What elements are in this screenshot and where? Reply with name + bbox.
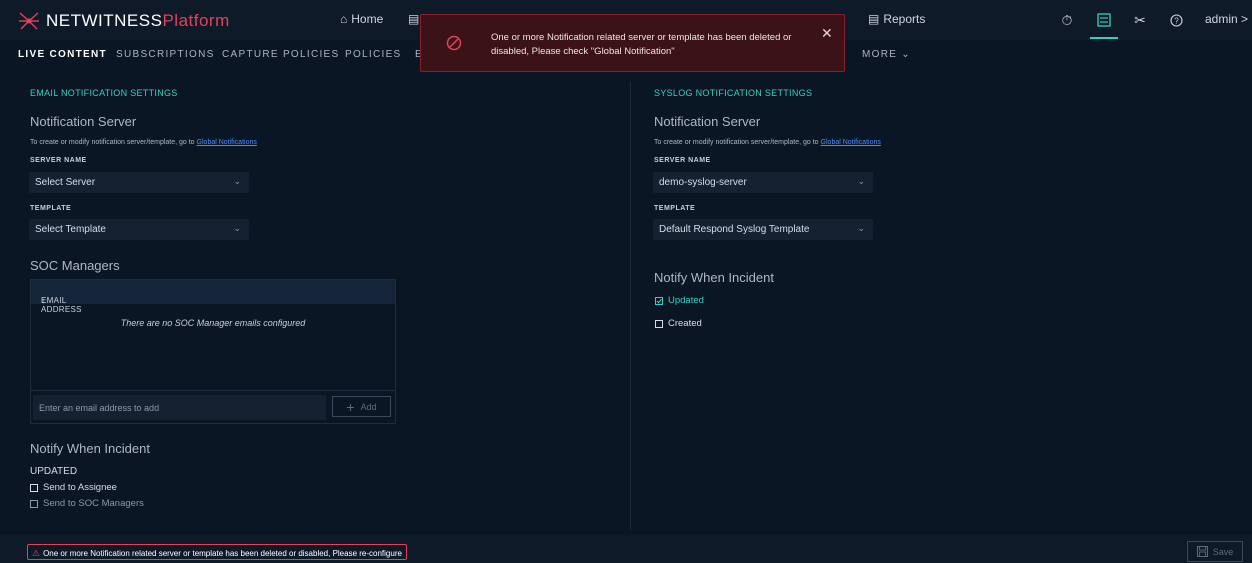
tab-more-label: MORE [862,49,898,60]
syslog-server-label: SERVER NAME [654,157,711,164]
error-banner: ⚠ One or more Notification related server… [27,544,407,560]
logo[interactable]: NETWITNESSPlatform [18,10,230,32]
plus-icon: + [346,398,355,415]
configure-icon[interactable] [1094,10,1114,30]
add-email-button[interactable]: + Add [332,396,391,417]
error-banner-text: One or more Notification related server … [43,548,402,558]
netwitness-logo-icon [19,12,39,30]
svg-text:?: ? [1174,16,1179,25]
table-header[interactable]: EMAIL ADDRESS ↓ [31,280,395,314]
tab-more[interactable]: MORE ⌄ [862,49,911,60]
email-notify-heading: Notify When Incident [30,441,150,456]
soc-managers-table: EMAIL ADDRESS ↓ There are no SOC Manager… [30,279,396,424]
tab-capture-policies[interactable]: CAPTURE POLICIES [222,49,340,60]
checkbox-icon [30,499,38,508]
syslog-template-select[interactable]: Default Respond Syslog Template ⌄ [653,219,873,240]
empty-state-text: There are no SOC Manager emails configur… [120,318,306,328]
user-name: admin [1205,12,1238,26]
syslog-help-text: To create or modify notification server/… [654,139,881,146]
send-to-soc-checkbox[interactable]: Send to SOC Managers [30,498,144,509]
help-icon[interactable]: ? [1166,10,1186,30]
syslog-server-select[interactable]: demo-syslog-server ⌄ [653,172,873,193]
syslog-template-value: Default Respond Syslog Template [659,224,810,235]
chevron-down-icon: ⌄ [233,176,241,186]
column-divider [630,82,631,530]
arrow-down-icon: ↓ [41,296,46,305]
nav-reports-label: Reports [883,12,926,26]
checkbox-label: Send to SOC Managers [43,498,144,509]
toast-message: One or more Notification related server … [491,32,792,57]
syslog-server-heading: Notification Server [654,114,761,129]
email-template-value: Select Template [35,224,106,235]
send-to-assignee-checkbox[interactable]: Send to Assignee [30,482,117,493]
checkbox-icon [30,483,38,492]
checked-box-icon [655,296,663,305]
email-template-label: TEMPLATE [30,205,72,212]
chevron-down-icon: ⌄ [901,49,911,60]
created-checkbox[interactable]: Created [655,318,702,329]
close-icon[interactable]: ✕ [821,25,833,42]
warning-icon: ⚠ [32,547,41,558]
tab-policies[interactable]: POLICIES [345,49,402,60]
save-icon [1196,546,1208,557]
error-toast: One or more Notification related server … [420,14,845,72]
timer-icon[interactable]: ⏱ [1057,10,1077,30]
tab-live-content[interactable]: LIVE CONTENT [18,49,107,60]
email-section-title: EMAIL NOTIFICATION SETTINGS [30,88,178,98]
email-template-select[interactable]: Select Template ⌄ [29,219,249,240]
email-server-select[interactable]: Select Server ⌄ [29,172,249,193]
chevron-down-icon: ⌄ [857,223,865,233]
nav-home-label: Home [351,12,384,26]
email-server-label: SERVER NAME [30,157,87,164]
syslog-notify-heading: Notify When Incident [654,270,774,285]
tools-icon[interactable]: ✂ [1130,10,1150,30]
divider [31,390,395,391]
checkbox-icon [655,319,663,328]
user-menu[interactable]: admin > [1205,12,1248,26]
syslog-server-value: demo-syslog-server [659,177,747,188]
nav-item-icon[interactable]: ▤ [408,12,419,26]
tab-subscriptions[interactable]: SUBSCRIPTIONS [116,49,215,60]
email-address-column: EMAIL ADDRESS [41,296,82,314]
email-server-value: Select Server [35,177,96,188]
syslog-template-label: TEMPLATE [654,205,696,212]
chevron-right-icon: > [1241,12,1249,26]
email-help-text: To create or modify notification server/… [30,139,257,146]
nav-reports[interactable]: ▤ Reports [868,12,925,26]
chevron-down-icon: ⌄ [233,223,241,233]
add-button-label: Add [360,401,377,412]
nav-home[interactable]: ⌂ Home [340,12,383,26]
blocked-icon [446,35,462,51]
active-tab-indicator [1090,37,1118,39]
global-notifications-link[interactable]: Global Notifications [821,139,881,146]
updated-checkbox[interactable]: Updated [655,295,704,306]
email-input[interactable] [33,395,326,420]
checkbox-label: Created [668,318,702,329]
save-button[interactable]: Save [1187,541,1243,562]
reports-icon: ▤ [868,12,880,26]
updated-label: UPDATED [30,466,78,477]
email-server-heading: Notification Server [30,114,137,129]
chevron-down-icon: ⌄ [857,176,865,186]
brand-name: NETWITNESSPlatform [46,11,230,30]
save-button-label: Save [1212,546,1234,557]
home-icon: ⌂ [340,12,348,26]
syslog-section-title: SYSLOG NOTIFICATION SETTINGS [654,88,813,98]
soc-managers-heading: SOC Managers [30,258,120,273]
checkbox-label: Updated [668,295,704,306]
global-notifications-link[interactable]: Global Notifications [197,139,257,146]
checkbox-label: Send to Assignee [43,482,117,493]
